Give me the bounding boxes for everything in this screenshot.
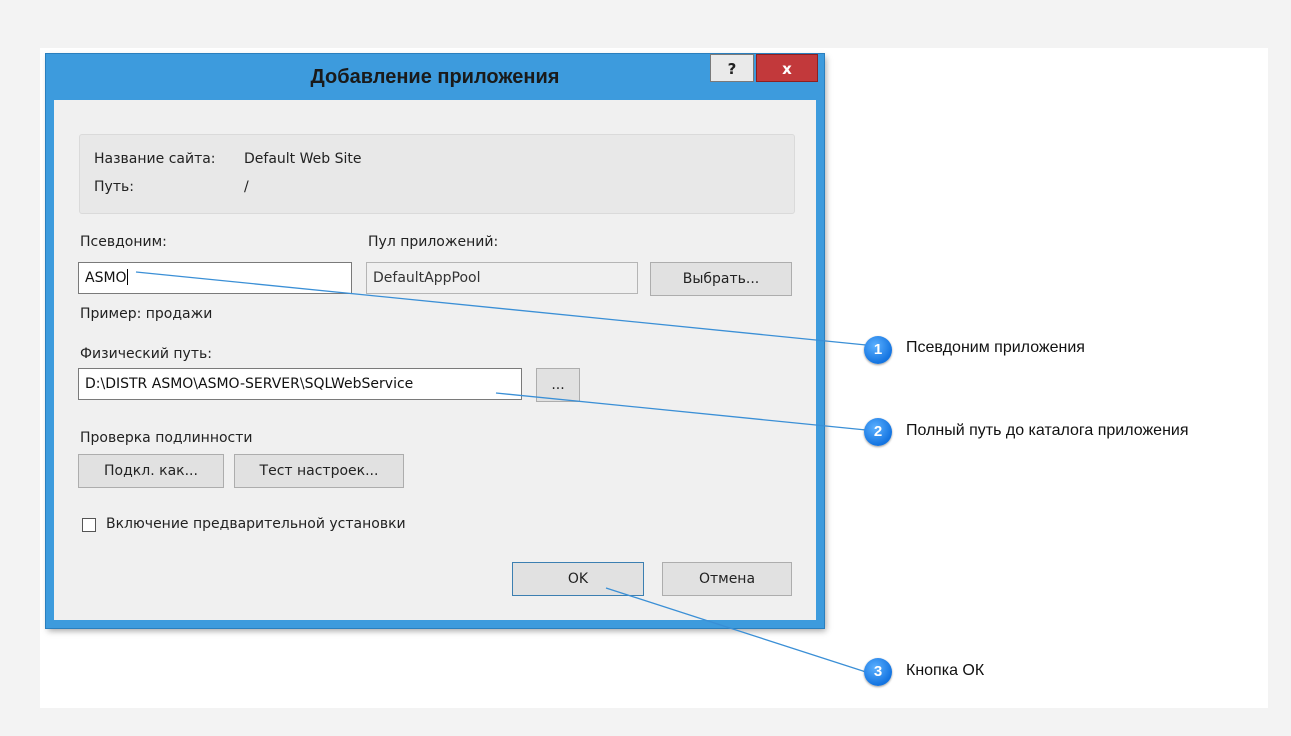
callout-text-3: Кнопка ОК: [906, 662, 985, 679]
callout-lines: [135, 271, 867, 673]
callout-line-1: [135, 271, 867, 346]
callout-badge-2: 2: [864, 418, 892, 446]
callout-text-1: Псевдоним приложения: [906, 339, 1085, 356]
callout-line-3: [605, 587, 867, 673]
callout-line-2: [495, 392, 867, 431]
callout-badge-1: 1: [864, 336, 892, 364]
callout-badge-3: 3: [864, 658, 892, 686]
callout-text-2: Полный путь до каталога приложения: [906, 422, 1189, 439]
